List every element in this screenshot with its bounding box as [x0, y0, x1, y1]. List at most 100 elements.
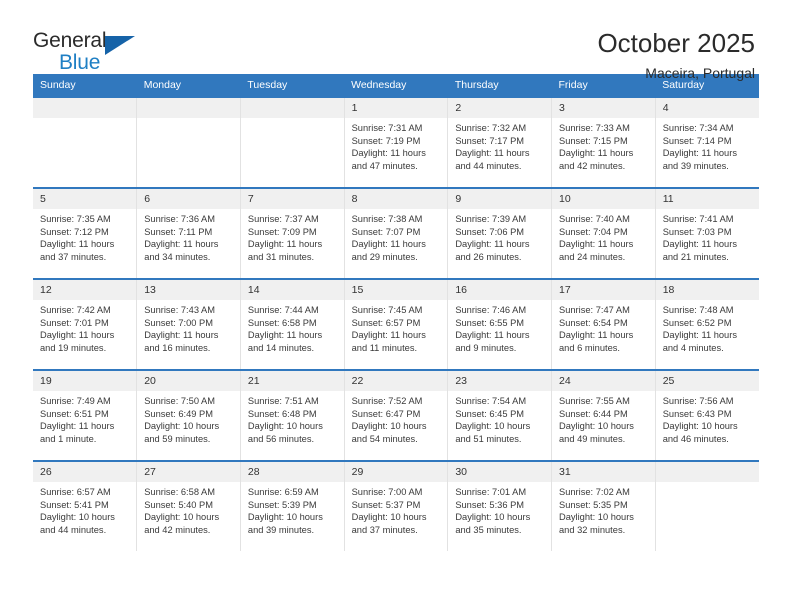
day-cell[interactable]: 23 Sunrise: 7:54 AM Sunset: 6:45 PM Dayl…	[447, 369, 552, 461]
sunset-text: Sunset: 7:15 PM	[559, 135, 628, 146]
calendar-week-row: 26 Sunrise: 6:57 AM Sunset: 5:41 PM Dayl…	[33, 460, 759, 551]
sunrise-text: Sunrise: 7:56 AM	[662, 396, 734, 406]
daylight-text: Daylight: 11 hours and 14 minutes.	[247, 330, 323, 353]
brand-logo[interactable]: General Blue	[33, 28, 153, 73]
day-cell[interactable]: 26 Sunrise: 6:57 AM Sunset: 5:41 PM Dayl…	[33, 460, 137, 551]
day-details: Sunrise: 7:35 AM Sunset: 7:12 PM Dayligh…	[33, 209, 136, 263]
sunrise-text: Sunrise: 7:42 AM	[40, 305, 111, 315]
sunrise-text: Sunrise: 7:47 AM	[559, 305, 630, 315]
day-cell[interactable]: 4 Sunrise: 7:34 AM Sunset: 7:14 PM Dayli…	[654, 96, 759, 188]
day-cell[interactable]	[239, 96, 345, 188]
day-number: 23	[448, 371, 552, 391]
day-cell[interactable]: 22 Sunrise: 7:52 AM Sunset: 6:47 PM Dayl…	[343, 369, 448, 461]
day-details: Sunrise: 7:43 AM Sunset: 7:00 PM Dayligh…	[137, 300, 240, 354]
daylight-text: Daylight: 10 hours and 54 minutes.	[351, 421, 427, 444]
daylight-text: Daylight: 11 hours and 31 minutes.	[247, 239, 323, 262]
sunset-text: Sunset: 6:57 PM	[351, 317, 421, 328]
sunrise-text: Sunrise: 6:57 AM	[40, 487, 111, 497]
day-number: 29	[344, 462, 448, 482]
day-cell[interactable]: 31 Sunrise: 7:02 AM Sunset: 5:35 PM Dayl…	[551, 460, 656, 551]
sunrise-text: Sunrise: 7:40 AM	[559, 214, 630, 224]
day-cell[interactable]: 17 Sunrise: 7:47 AM Sunset: 6:54 PM Dayl…	[551, 278, 656, 370]
day-number: 18	[655, 280, 759, 300]
day-cell[interactable]: 12 Sunrise: 7:42 AM Sunset: 7:01 PM Dayl…	[33, 278, 137, 370]
sunset-text: Sunset: 6:48 PM	[247, 408, 317, 419]
day-details: Sunrise: 7:41 AM Sunset: 7:03 PM Dayligh…	[656, 209, 759, 263]
day-cell[interactable]: 16 Sunrise: 7:46 AM Sunset: 6:55 PM Dayl…	[447, 278, 552, 370]
day-cell[interactable]: 7 Sunrise: 7:37 AM Sunset: 7:09 PM Dayli…	[239, 187, 345, 279]
sunset-text: Sunset: 5:35 PM	[559, 499, 628, 510]
daylight-text: Daylight: 11 hours and 4 minutes.	[662, 330, 737, 353]
day-number: 6	[137, 189, 240, 209]
day-number: 1	[344, 98, 448, 118]
day-cell[interactable]: 1 Sunrise: 7:31 AM Sunset: 7:19 PM Dayli…	[343, 96, 448, 188]
sunrise-text: Sunrise: 7:36 AM	[144, 214, 216, 224]
day-details	[656, 482, 759, 486]
day-cell[interactable]: 3 Sunrise: 7:33 AM Sunset: 7:15 PM Dayli…	[551, 96, 656, 188]
day-cell[interactable]: 27 Sunrise: 6:58 AM Sunset: 5:40 PM Dayl…	[136, 460, 241, 551]
day-details: Sunrise: 7:40 AM Sunset: 7:04 PM Dayligh…	[552, 209, 655, 263]
day-cell[interactable]: 8 Sunrise: 7:38 AM Sunset: 7:07 PM Dayli…	[343, 187, 448, 279]
page-header: General Blue October 2025 Maceira, Portu…	[33, 0, 759, 81]
day-number: 27	[137, 462, 240, 482]
day-cell[interactable]: 21 Sunrise: 7:51 AM Sunset: 6:48 PM Dayl…	[239, 369, 345, 461]
day-cell[interactable]	[654, 460, 759, 551]
day-cell[interactable]	[33, 96, 137, 188]
day-cell[interactable]: 15 Sunrise: 7:45 AM Sunset: 6:57 PM Dayl…	[343, 278, 448, 370]
day-cell[interactable]: 28 Sunrise: 6:59 AM Sunset: 5:39 PM Dayl…	[239, 460, 345, 551]
day-number: 22	[344, 371, 448, 391]
daylight-text: Daylight: 10 hours and 44 minutes.	[40, 512, 115, 535]
day-cell[interactable]: 29 Sunrise: 7:00 AM Sunset: 5:37 PM Dayl…	[343, 460, 448, 551]
day-cell[interactable]: 24 Sunrise: 7:55 AM Sunset: 6:44 PM Dayl…	[551, 369, 656, 461]
day-cell[interactable]	[136, 96, 241, 188]
sunset-text: Sunset: 7:01 PM	[40, 317, 109, 328]
day-cell[interactable]: 10 Sunrise: 7:40 AM Sunset: 7:04 PM Dayl…	[551, 187, 656, 279]
day-cell[interactable]: 9 Sunrise: 7:39 AM Sunset: 7:06 PM Dayli…	[447, 187, 552, 279]
daylight-text: Daylight: 11 hours and 6 minutes.	[559, 330, 634, 353]
day-details: Sunrise: 7:52 AM Sunset: 6:47 PM Dayligh…	[345, 391, 448, 445]
daylight-text: Daylight: 11 hours and 37 minutes.	[40, 239, 115, 262]
sunrise-text: Sunrise: 7:34 AM	[662, 123, 734, 133]
sunrise-text: Sunrise: 7:02 AM	[559, 487, 630, 497]
day-details: Sunrise: 6:57 AM Sunset: 5:41 PM Dayligh…	[33, 482, 136, 536]
daylight-text: Daylight: 10 hours and 49 minutes.	[559, 421, 634, 444]
weekday-header-sunday: Sunday	[33, 74, 137, 97]
day-number: 12	[33, 280, 137, 300]
calendar-week-row: 19 Sunrise: 7:49 AM Sunset: 6:51 PM Dayl…	[33, 369, 759, 461]
sunrise-text: Sunrise: 7:01 AM	[455, 487, 527, 497]
daylight-text: Daylight: 11 hours and 47 minutes.	[351, 148, 426, 171]
day-details: Sunrise: 7:46 AM Sunset: 6:55 PM Dayligh…	[448, 300, 551, 354]
sunrise-text: Sunrise: 7:35 AM	[40, 214, 111, 224]
day-details: Sunrise: 7:38 AM Sunset: 7:07 PM Dayligh…	[345, 209, 448, 263]
daylight-text: Daylight: 11 hours and 24 minutes.	[559, 239, 634, 262]
daylight-text: Daylight: 10 hours and 56 minutes.	[247, 421, 323, 444]
day-cell[interactable]: 20 Sunrise: 7:50 AM Sunset: 6:49 PM Dayl…	[136, 369, 241, 461]
day-details: Sunrise: 6:59 AM Sunset: 5:39 PM Dayligh…	[241, 482, 344, 536]
daylight-text: Daylight: 11 hours and 34 minutes.	[144, 239, 219, 262]
day-cell[interactable]: 2 Sunrise: 7:32 AM Sunset: 7:17 PM Dayli…	[447, 96, 552, 188]
day-details: Sunrise: 7:44 AM Sunset: 6:58 PM Dayligh…	[241, 300, 344, 354]
day-details: Sunrise: 6:58 AM Sunset: 5:40 PM Dayligh…	[137, 482, 240, 536]
day-cell[interactable]: 14 Sunrise: 7:44 AM Sunset: 6:58 PM Dayl…	[239, 278, 345, 370]
day-cell[interactable]: 19 Sunrise: 7:49 AM Sunset: 6:51 PM Dayl…	[33, 369, 137, 461]
day-details: Sunrise: 7:36 AM Sunset: 7:11 PM Dayligh…	[137, 209, 240, 263]
day-details: Sunrise: 7:39 AM Sunset: 7:06 PM Dayligh…	[448, 209, 551, 263]
sunrise-text: Sunrise: 7:38 AM	[351, 214, 423, 224]
sunset-text: Sunset: 6:58 PM	[247, 317, 317, 328]
sunset-text: Sunset: 6:51 PM	[40, 408, 109, 419]
day-cell[interactable]: 13 Sunrise: 7:43 AM Sunset: 7:00 PM Dayl…	[136, 278, 241, 370]
sunset-text: Sunset: 5:36 PM	[455, 499, 525, 510]
sunset-text: Sunset: 6:47 PM	[351, 408, 421, 419]
day-details: Sunrise: 7:49 AM Sunset: 6:51 PM Dayligh…	[33, 391, 136, 445]
weekday-header-wednesday: Wednesday	[344, 74, 448, 97]
day-number: 30	[448, 462, 552, 482]
day-cell[interactable]: 5 Sunrise: 7:35 AM Sunset: 7:12 PM Dayli…	[33, 187, 137, 279]
day-details: Sunrise: 7:45 AM Sunset: 6:57 PM Dayligh…	[345, 300, 448, 354]
day-cell[interactable]: 30 Sunrise: 7:01 AM Sunset: 5:36 PM Dayl…	[447, 460, 552, 551]
day-cell[interactable]: 18 Sunrise: 7:48 AM Sunset: 6:52 PM Dayl…	[654, 278, 759, 370]
day-cell[interactable]: 6 Sunrise: 7:36 AM Sunset: 7:11 PM Dayli…	[136, 187, 241, 279]
day-number: 17	[552, 280, 655, 300]
day-cell[interactable]: 25 Sunrise: 7:56 AM Sunset: 6:43 PM Dayl…	[654, 369, 759, 461]
day-cell[interactable]: 11 Sunrise: 7:41 AM Sunset: 7:03 PM Dayl…	[654, 187, 759, 279]
day-details	[241, 118, 344, 122]
